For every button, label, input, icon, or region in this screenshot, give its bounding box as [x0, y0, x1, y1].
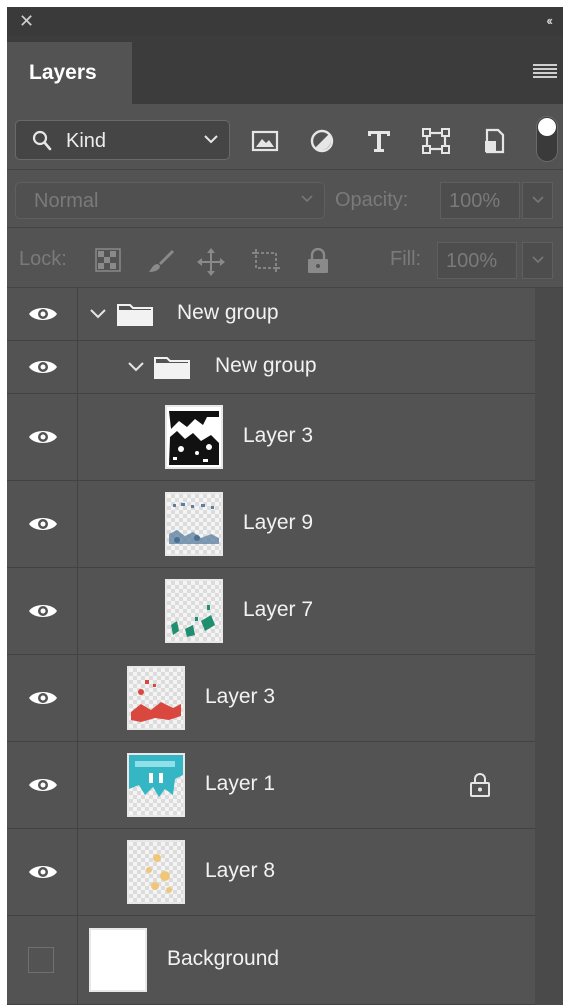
fill-value: 100% — [446, 250, 498, 272]
chevron-down-icon — [532, 196, 544, 204]
lock-row: Lock: Fill: 100% — [7, 228, 563, 288]
layer-row[interactable]: Layer 3 — [7, 394, 535, 481]
layer-thumbnail — [127, 753, 185, 817]
tab-layers[interactable]: Layers — [7, 42, 132, 104]
layer-thumbnail — [127, 666, 185, 730]
layers-list: New group New group Layer 3 Layer 9 Laye… — [7, 288, 535, 1005]
filter-kind-label: Kind — [66, 130, 107, 152]
lock-artboard-icon[interactable] — [250, 248, 282, 274]
layer-row-group[interactable]: New group — [7, 341, 535, 394]
blend-mode-dropdown[interactable]: Normal — [15, 182, 325, 219]
panel-menu-icon[interactable] — [533, 64, 557, 78]
collapse-icon[interactable]: ‹‹ — [546, 13, 553, 29]
filter-row: Kind — [7, 104, 563, 170]
visibility-toggle[interactable] — [7, 341, 78, 393]
layer-name: New group — [215, 354, 317, 377]
chevron-down-icon — [532, 256, 544, 264]
type-layer-filter-icon[interactable] — [364, 128, 394, 154]
filter-toggle-icon[interactable] — [536, 116, 558, 162]
chevron-down-icon — [204, 135, 218, 144]
layers-panel: ✕ ‹‹ Layers Kind Normal Opacity: 100% Lo… — [7, 7, 563, 1005]
eye-icon — [29, 431, 57, 443]
visibility-toggle[interactable] — [7, 655, 78, 741]
layer-name: Layer 3 — [243, 424, 314, 447]
close-icon[interactable]: ✕ — [19, 12, 34, 30]
fill-dropdown[interactable] — [522, 242, 553, 279]
eye-icon — [29, 361, 57, 373]
layer-name: Layer 8 — [205, 859, 276, 882]
opacity-dropdown[interactable] — [522, 182, 553, 219]
layer-row[interactable]: Layer 3 — [7, 655, 535, 742]
layer-name: New group — [177, 301, 279, 324]
layer-name: Background — [167, 947, 280, 970]
layer-thumbnail — [89, 928, 147, 992]
hidden-visibility-box — [28, 947, 54, 973]
folder-icon — [154, 357, 190, 379]
visibility-toggle[interactable] — [7, 829, 78, 915]
eye-icon — [29, 308, 57, 320]
layer-thumbnail — [165, 405, 223, 469]
tab-layers-label: Layers — [29, 61, 97, 84]
eye-icon — [29, 692, 57, 704]
eye-icon — [29, 518, 57, 530]
blend-row: Normal Opacity: 100% — [7, 170, 563, 228]
panel-title-bar: ✕ ‹‹ — [7, 7, 563, 36]
layer-name: Layer 7 — [243, 598, 314, 621]
eye-icon — [29, 779, 57, 791]
opacity-field[interactable]: 100% — [440, 182, 520, 219]
layer-thumbnail — [165, 579, 223, 643]
visibility-toggle[interactable] — [7, 916, 78, 1004]
blend-mode-value: Normal — [34, 190, 99, 212]
layer-row[interactable]: Layer 9 — [7, 481, 535, 568]
eye-icon — [29, 605, 57, 617]
layer-lock-icon[interactable] — [469, 773, 491, 797]
layer-thumbnail — [165, 492, 223, 556]
layer-row[interactable]: Layer 8 — [7, 829, 535, 916]
opacity-label: Opacity: — [335, 189, 409, 211]
filter-kind-dropdown[interactable]: Kind — [15, 120, 230, 160]
layer-row[interactable]: Layer 7 — [7, 568, 535, 655]
shape-layer-filter-icon[interactable] — [421, 128, 451, 154]
visibility-toggle[interactable] — [7, 742, 78, 828]
lock-label: Lock: — [19, 248, 67, 270]
eye-icon — [29, 866, 57, 878]
layer-row[interactable]: Layer 1 — [7, 742, 535, 829]
visibility-toggle[interactable] — [7, 568, 78, 654]
lock-image-pixels-icon[interactable] — [147, 248, 175, 274]
layer-row-background[interactable]: Background — [7, 916, 535, 1005]
opacity-value: 100% — [449, 190, 501, 212]
lock-all-icon[interactable] — [306, 248, 330, 274]
layer-row-group[interactable]: New group — [7, 288, 535, 341]
smart-object-filter-icon[interactable] — [479, 128, 509, 154]
chevron-down-icon — [301, 195, 313, 203]
layer-name: Layer 1 — [205, 772, 276, 795]
expand-caret-icon[interactable] — [127, 361, 145, 373]
search-icon — [32, 130, 52, 151]
expand-caret-icon[interactable] — [89, 308, 107, 320]
visibility-toggle[interactable] — [7, 481, 78, 567]
layer-thumbnail — [127, 840, 185, 904]
layer-name: Layer 9 — [243, 511, 314, 534]
lock-transparent-pixels-icon[interactable] — [95, 248, 121, 272]
fill-label: Fill: — [390, 248, 422, 270]
layer-name: Layer 3 — [205, 685, 276, 708]
visibility-toggle[interactable] — [7, 394, 78, 480]
panel-tab-bar: Layers — [7, 36, 563, 104]
pixel-layer-filter-icon[interactable] — [250, 128, 280, 154]
adjustment-layer-filter-icon[interactable] — [307, 128, 337, 154]
visibility-toggle[interactable] — [7, 288, 78, 340]
folder-icon — [117, 304, 153, 326]
fill-field[interactable]: 100% — [437, 242, 517, 279]
lock-position-icon[interactable] — [197, 248, 225, 276]
layers-scrollbar[interactable] — [535, 288, 563, 1005]
